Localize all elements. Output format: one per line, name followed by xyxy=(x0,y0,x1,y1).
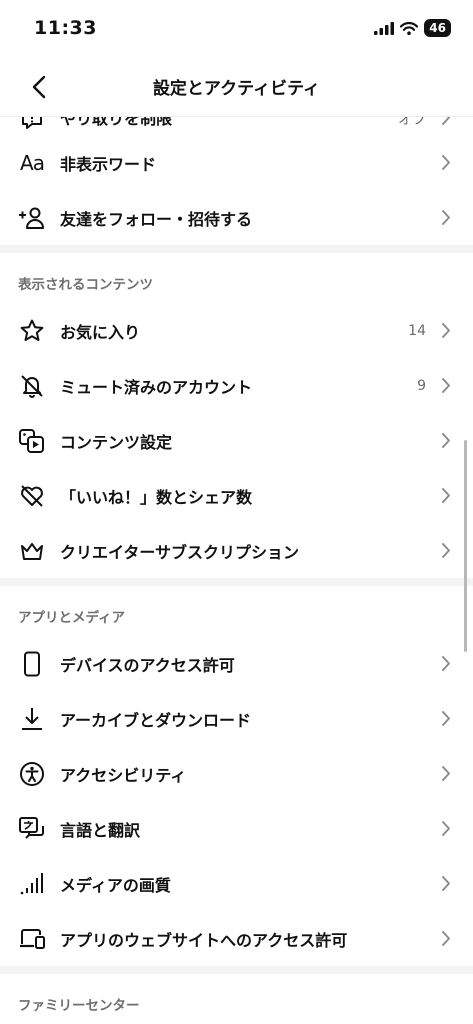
chevron-right-icon xyxy=(441,209,451,230)
cellular-signal-icon xyxy=(374,21,395,35)
section-title: ファミリーセンター xyxy=(18,998,140,1014)
phone-icon xyxy=(18,651,46,677)
row-label: コンテンツ設定 xyxy=(60,432,173,452)
section-title: アプリとメディア xyxy=(18,610,126,626)
row-archive-download[interactable]: アーカイブとダウンロード xyxy=(0,691,473,746)
row-language-translation[interactable]: 言語と翻訳 xyxy=(0,801,473,856)
chevron-right-icon xyxy=(441,710,451,731)
row-label: デバイスのアクセス許可 xyxy=(60,655,235,675)
chevron-right-icon xyxy=(441,875,451,896)
section-header: 表示されるコンテンツ xyxy=(0,253,473,303)
crown-icon xyxy=(18,538,46,564)
status-icons: 46 xyxy=(374,19,451,37)
chevron-right-icon xyxy=(441,930,451,951)
chevron-right-icon xyxy=(441,377,451,398)
chevron-right-icon xyxy=(441,322,451,343)
header: 設定とアクティビティ xyxy=(0,58,473,117)
add-person-icon xyxy=(18,205,46,231)
row-website-permissions[interactable]: アプリのウェブサイトへのアクセス許可 xyxy=(0,911,473,966)
chevron-right-icon xyxy=(441,655,451,676)
row-label: 友達をフォロー・招待する xyxy=(60,209,253,229)
row-label: 非表示ワード xyxy=(60,154,157,174)
row-count: 14 xyxy=(408,322,426,339)
translate-icon xyxy=(18,816,46,842)
row-label: お気に入り xyxy=(60,322,141,342)
scrollbar[interactable] xyxy=(464,440,467,652)
section-divider xyxy=(0,578,473,586)
row-label: クリエイターサブスクリプション xyxy=(60,542,300,562)
text-aa-icon: Aa xyxy=(20,151,45,175)
section-title: 表示されるコンテンツ xyxy=(18,277,153,293)
row-media-quality[interactable]: メディアの画質 xyxy=(0,856,473,911)
row-accessibility[interactable]: アクセシビリティ xyxy=(0,746,473,801)
chevron-right-icon xyxy=(441,542,451,563)
section-header: ファミリーセンター xyxy=(0,974,473,1024)
chevron-right-icon xyxy=(441,154,451,175)
row-content-settings[interactable]: コンテンツ設定 xyxy=(0,413,473,468)
row-likes-shares[interactable]: 「いいね！」数とシェア数 xyxy=(0,468,473,523)
chevron-right-icon xyxy=(441,765,451,786)
chevron-right-icon xyxy=(441,487,451,508)
row-label: ミュート済みのアカウント xyxy=(60,377,253,397)
row-device-permissions[interactable]: デバイスのアクセス許可 xyxy=(0,636,473,691)
section-header: アプリとメディア xyxy=(0,586,473,636)
row-label: アプリのウェブサイトへのアクセス許可 xyxy=(60,930,348,950)
row-count: 9 xyxy=(417,377,426,394)
row-follow-invite[interactable]: 友達をフォロー・招待する xyxy=(0,190,473,245)
chevron-right-icon xyxy=(441,432,451,453)
row-label: メディアの画質 xyxy=(60,875,171,895)
row-label: 「いいね！」数とシェア数 xyxy=(60,487,253,507)
devices-icon xyxy=(18,926,46,952)
chevron-right-icon xyxy=(441,820,451,841)
row-muted-accounts[interactable]: ミュート済みのアカウント 9 xyxy=(0,358,473,413)
signal-bars-icon xyxy=(18,871,46,897)
status-bar: 11:33 46 xyxy=(0,0,473,58)
star-icon xyxy=(18,318,46,344)
row-creator-subscriptions[interactable]: クリエイターサブスクリプション xyxy=(0,523,473,578)
row-label: アーカイブとダウンロード xyxy=(60,710,252,730)
page-title: 設定とアクティビティ xyxy=(152,79,321,99)
row-hidden-words[interactable]: Aa 非表示ワード xyxy=(0,135,473,190)
accessibility-icon xyxy=(18,761,46,787)
download-icon xyxy=(18,706,46,732)
settings-list: やり取りを制限 オフ Aa 非表示ワード 友達をフォロー・招待する 表示されるコ… xyxy=(0,105,473,1024)
bell-off-icon xyxy=(18,373,46,399)
wifi-icon xyxy=(400,21,419,35)
section-divider xyxy=(0,245,473,253)
heart-off-icon xyxy=(18,483,46,509)
media-settings-icon xyxy=(18,428,46,454)
section-divider xyxy=(0,966,473,974)
row-label: 言語と翻訳 xyxy=(60,820,141,840)
status-time: 11:33 xyxy=(34,17,97,39)
row-label: アクセシビリティ xyxy=(60,765,187,785)
battery-indicator: 46 xyxy=(424,19,451,37)
row-favorites[interactable]: お気に入り 14 xyxy=(0,303,473,358)
